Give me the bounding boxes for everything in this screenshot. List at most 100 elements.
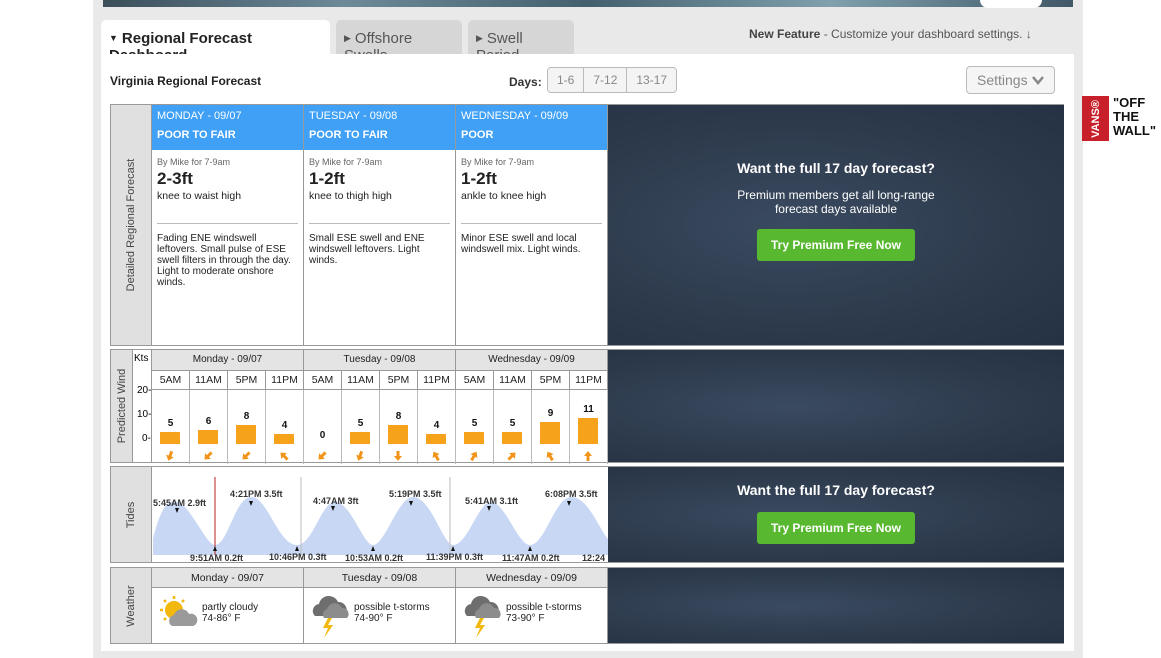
wind-value-label: 5 (167, 418, 174, 429)
try-premium-button[interactable]: Try Premium Free Now (756, 229, 916, 261)
wind-axis-tick: 0- (142, 433, 151, 444)
forecast-day-header: WEDNESDAY - 09/09 POOR (456, 105, 607, 150)
tab-swell-period[interactable]: ▶Swell Period (468, 20, 574, 64)
section-label: Tides (111, 467, 152, 562)
tide-low-label: 12:24 (582, 553, 605, 562)
wind-value-label: 6 (205, 415, 212, 427)
premium-upsell-panel: Want the full 17 day forecast? Try Premi… (608, 467, 1064, 562)
wind-time-label: 5AM (152, 371, 190, 390)
tide-low-label: 9:51AM 0.2ft (190, 553, 243, 562)
wind-bar (388, 424, 408, 444)
wind-axis: Kts 20- 10- 0- (133, 350, 152, 462)
wind-bar (502, 432, 522, 444)
forecast-wave-desc: ankle to knee high (461, 190, 547, 202)
wind-unit: Kts (134, 353, 149, 364)
wind-time-label: 5PM (228, 371, 266, 390)
wind-bar-column: 5 (152, 390, 190, 464)
wind-day-header: Wednesday - 09/09 (456, 350, 608, 371)
caret-right-icon: ▶ (344, 33, 351, 43)
settings-dropdown[interactable]: Settings (966, 66, 1055, 94)
forecast-wave-size: 2-3ft (157, 169, 193, 188)
forecast-day-card: MONDAY - 09/07 POOR TO FAIR By Mike for … (152, 105, 304, 345)
caret-down-icon: ▼ (109, 33, 118, 43)
divider (461, 223, 602, 224)
wind-direction-arrow-icon (584, 451, 592, 461)
weather-desc: possible t-storms (354, 602, 430, 613)
wind-bar (578, 417, 598, 444)
new-feature-notice[interactable]: New Feature - Customize your dashboard s… (749, 27, 1032, 41)
predicted-wind-section: Predicted Wind Kts 20- 10- 0- Monday - 0… (110, 349, 1064, 464)
forecast-date: WEDNESDAY - 09/09 (461, 110, 569, 122)
wind-bar-column: 8 (228, 390, 266, 464)
section-label: Detailed Regional Forecast (111, 105, 152, 345)
section-label: Predicted Wind (111, 350, 133, 462)
wind-time-label: 5PM (532, 371, 570, 390)
wind-bar-column: 0 (304, 390, 342, 464)
weather-desc: possible t-storms (506, 602, 582, 613)
chevron-down-icon (1032, 76, 1044, 85)
wind-direction-arrow-icon (546, 451, 554, 462)
tab-offshore-swells[interactable]: ▶Offshore Swells (336, 20, 462, 64)
forecast-wave-desc: knee to waist high (157, 190, 242, 202)
tide-high-label: 5:19PM 3.5ft (389, 489, 442, 499)
try-premium-button[interactable]: Try Premium Free Now (756, 512, 916, 544)
tide-low-label: 10:46PM 0.3ft (269, 552, 327, 562)
weather-temp: 73-90° F (506, 613, 545, 624)
region-title: Virginia Regional Forecast (110, 74, 262, 88)
wind-value-label: 4 (281, 420, 288, 432)
forecast-condition: POOR TO FAIR (157, 129, 236, 141)
vans-ad[interactable]: VANS® "OFF THE WALL" (1082, 96, 1161, 141)
weather-date: Monday - 09/07 (152, 568, 303, 588)
wind-day-header: Monday - 09/07 (152, 350, 304, 371)
forecast-notes: Minor ESE swell and local windswell mix.… (461, 233, 581, 255)
days-option-1-6[interactable]: 1-6 (548, 68, 585, 92)
weather-date: Wednesday - 09/09 (456, 568, 607, 588)
tide-curve (153, 497, 608, 555)
wind-direction-arrow-icon (394, 451, 402, 461)
wind-day-header: Tuesday - 09/08 (304, 350, 456, 371)
weather-temp: 74-90° F (354, 613, 393, 624)
wind-direction-arrow-icon (166, 450, 174, 461)
ad-slogan: "OFF THE WALL" (1113, 95, 1156, 138)
wind-bar-column: 4 (418, 390, 456, 464)
wind-bar (160, 432, 180, 444)
divider (157, 223, 298, 224)
days-option-13-17[interactable]: 13-17 (627, 68, 676, 92)
premium-upsell-panel: Want the full 17 day forecast? Premium m… (608, 105, 1064, 345)
wind-bar-column: 5 (494, 390, 532, 464)
header-logo[interactable] (980, 0, 1042, 8)
tab-regional-forecast-dashboard[interactable]: ▼Regional Forecast Dashboard (101, 20, 330, 64)
wind-direction-arrow-icon (318, 451, 327, 460)
premium-title: Want the full 17 day forecast? (737, 482, 935, 498)
wind-direction-arrow-icon (470, 451, 478, 462)
wind-time-label: 5PM (380, 371, 418, 390)
weather-temp: 74-86° F (202, 613, 241, 624)
wind-direction-arrow-icon (280, 452, 289, 461)
wind-time-label: 11AM (190, 371, 228, 390)
weather-date: Tuesday - 09/08 (304, 568, 455, 588)
section-label: Weather (111, 568, 152, 643)
forecast-day-card: TUESDAY - 09/08 POOR TO FAIR By Mike for… (304, 105, 456, 345)
wind-bar-column: 6 (190, 390, 228, 464)
wind-direction-arrow-icon (356, 450, 364, 461)
wind-time-label: 11PM (418, 371, 456, 390)
new-feature-text: - Customize your dashboard settings. (820, 27, 1023, 41)
forecast-byline: By Mike for 7-9am (461, 157, 535, 167)
tide-high-label: 4:21PM 3.5ft (230, 489, 283, 499)
wind-bar (350, 432, 370, 444)
wind-value-label: 5 (357, 418, 364, 429)
wind-bar (464, 432, 484, 444)
tide-low-label: 11:39PM 0.3ft (426, 552, 483, 562)
weather-day: Monday - 09/07 partly cloudy 74-86° F (152, 568, 304, 643)
days-option-7-12[interactable]: 7-12 (584, 68, 628, 92)
weather-section: Weather Monday - 09/07 partly cloudy 74-8… (110, 567, 1064, 644)
partly-cloudy-icon (160, 596, 198, 626)
wind-value-label: 11 (583, 403, 594, 415)
wind-bar-column: 9 (532, 390, 570, 464)
wind-time-label: 5AM (456, 371, 494, 390)
tide-low-label: 10:53AM 0.2ft (345, 553, 403, 562)
tides-section: Tides 5:45AM 2.9ft 4:21PM 3.5ft 4:47AM 3… (110, 466, 1064, 563)
wind-value-label: 4 (433, 420, 440, 432)
wind-value-label: 9 (547, 408, 554, 420)
days-range-selector: 1-6 7-12 13-17 (547, 67, 678, 93)
